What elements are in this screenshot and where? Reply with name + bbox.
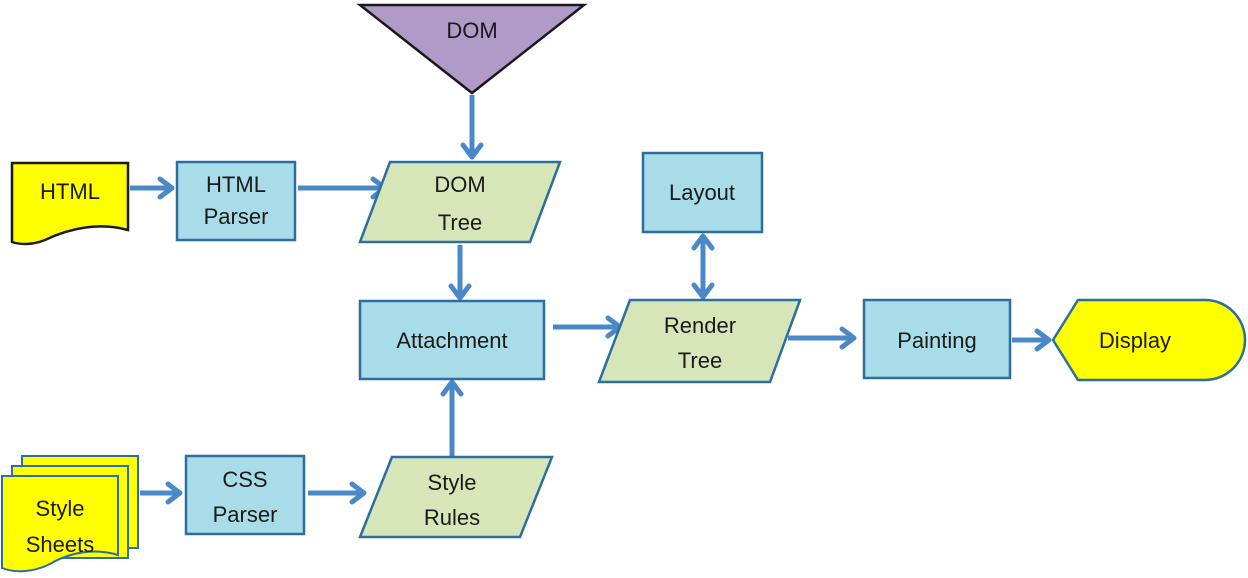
painting-label: Painting <box>897 328 977 353</box>
node-render-tree: Render Tree <box>597 298 802 384</box>
edge-css-parser-to-style-rules <box>308 481 367 505</box>
edge-style-sheets-to-css-parser <box>140 481 183 505</box>
node-style-rules: Style Rules <box>358 455 554 539</box>
node-display: Display <box>1051 298 1247 382</box>
css-parser-label-line2: Parser <box>213 502 278 527</box>
node-html-parser: HTML Parser <box>175 160 297 242</box>
css-parser-label-line1: CSS <box>222 467 267 492</box>
style-rules-label-line1: Style <box>428 470 477 495</box>
node-painting: Painting <box>862 298 1012 380</box>
html-label: HTML <box>40 179 100 204</box>
layout-label: Layout <box>669 180 735 205</box>
display-label: Display <box>1099 328 1171 353</box>
dom-tree-label-line2: Tree <box>438 210 482 235</box>
edge-render-tree-layout-bidirectional <box>691 233 715 300</box>
dom-label: DOM <box>446 18 497 43</box>
edge-style-rules-to-attachment <box>440 379 464 456</box>
edge-dom-tree-to-attachment <box>448 245 472 301</box>
edge-html-parser-to-dom-tree <box>298 176 388 200</box>
edges <box>130 95 1052 505</box>
node-attachment: Attachment <box>358 299 546 381</box>
node-dom: DOM <box>356 3 588 95</box>
edge-html-to-html-parser <box>130 176 175 200</box>
edge-attachment-to-render-tree <box>553 315 623 339</box>
node-style-sheets: Style Sheets <box>1 455 139 573</box>
style-sheets-label-line1: Style <box>36 496 85 521</box>
edge-render-tree-to-painting <box>788 326 857 350</box>
edge-painting-to-display <box>1012 328 1052 352</box>
rendering-flow-diagram: DOM HTML HTML Parser DOM Tree Layout Att… <box>1 3 1247 573</box>
node-layout: Layout <box>641 151 764 234</box>
style-rules-label-line2: Rules <box>424 505 480 530</box>
html-parser-label-line2: Parser <box>204 204 269 229</box>
render-tree-label-line1: Render <box>664 313 736 338</box>
render-tree-label-line2: Tree <box>678 348 722 373</box>
edge-dom-to-dom-tree <box>460 95 484 160</box>
node-html: HTML <box>10 161 130 246</box>
style-sheets-label-line2: Sheets <box>26 532 95 557</box>
attachment-label: Attachment <box>396 328 507 353</box>
dom-tree-label-line1: DOM <box>434 172 485 197</box>
html-parser-label-line1: HTML <box>206 172 266 197</box>
node-css-parser: CSS Parser <box>184 454 306 536</box>
node-dom-tree: DOM Tree <box>358 160 562 244</box>
